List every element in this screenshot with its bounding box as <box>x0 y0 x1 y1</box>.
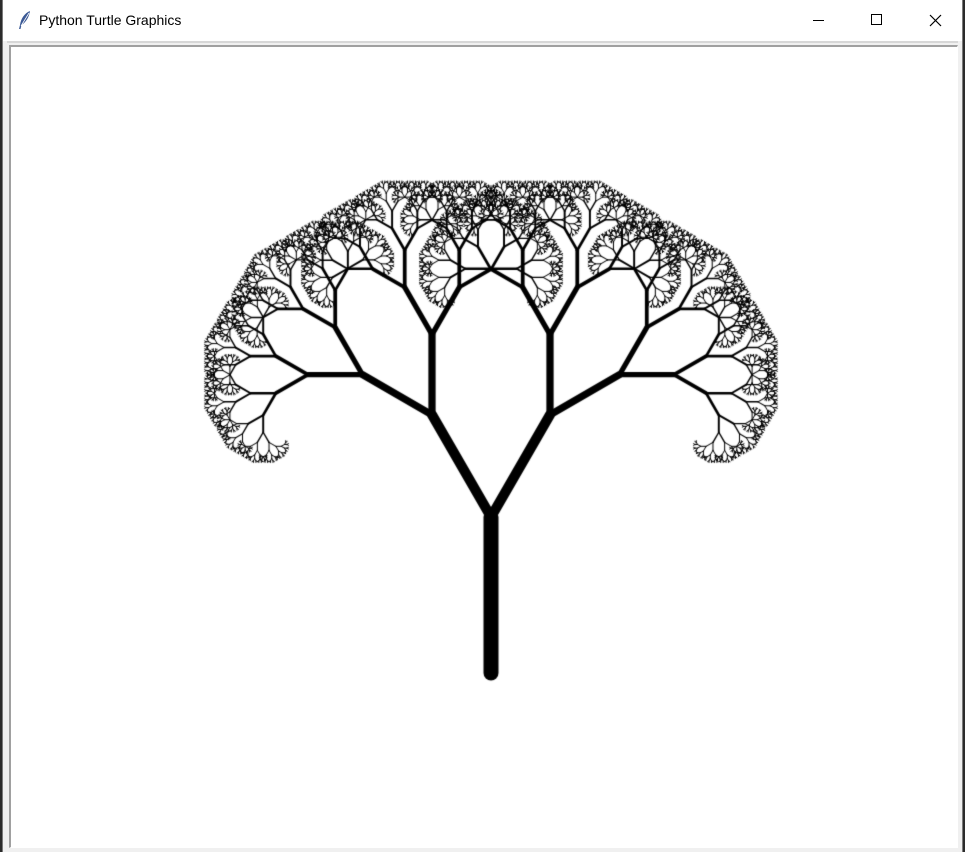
window-title: Python Turtle Graphics <box>39 12 182 28</box>
turtle-canvas-frame <box>9 45 958 848</box>
minimize-button[interactable] <box>789 0 847 41</box>
feather-icon <box>17 10 33 30</box>
turtle-drawing-canvas[interactable] <box>11 47 957 847</box>
title-bar[interactable]: Python Turtle Graphics <box>3 0 962 41</box>
close-icon <box>929 14 942 27</box>
maximize-button[interactable] <box>847 0 905 41</box>
maximize-icon <box>871 14 882 25</box>
close-button[interactable] <box>905 0 963 41</box>
turtle-window: Python Turtle Graphics <box>2 0 963 852</box>
minimize-icon <box>813 20 824 21</box>
title-separator <box>7 41 958 43</box>
